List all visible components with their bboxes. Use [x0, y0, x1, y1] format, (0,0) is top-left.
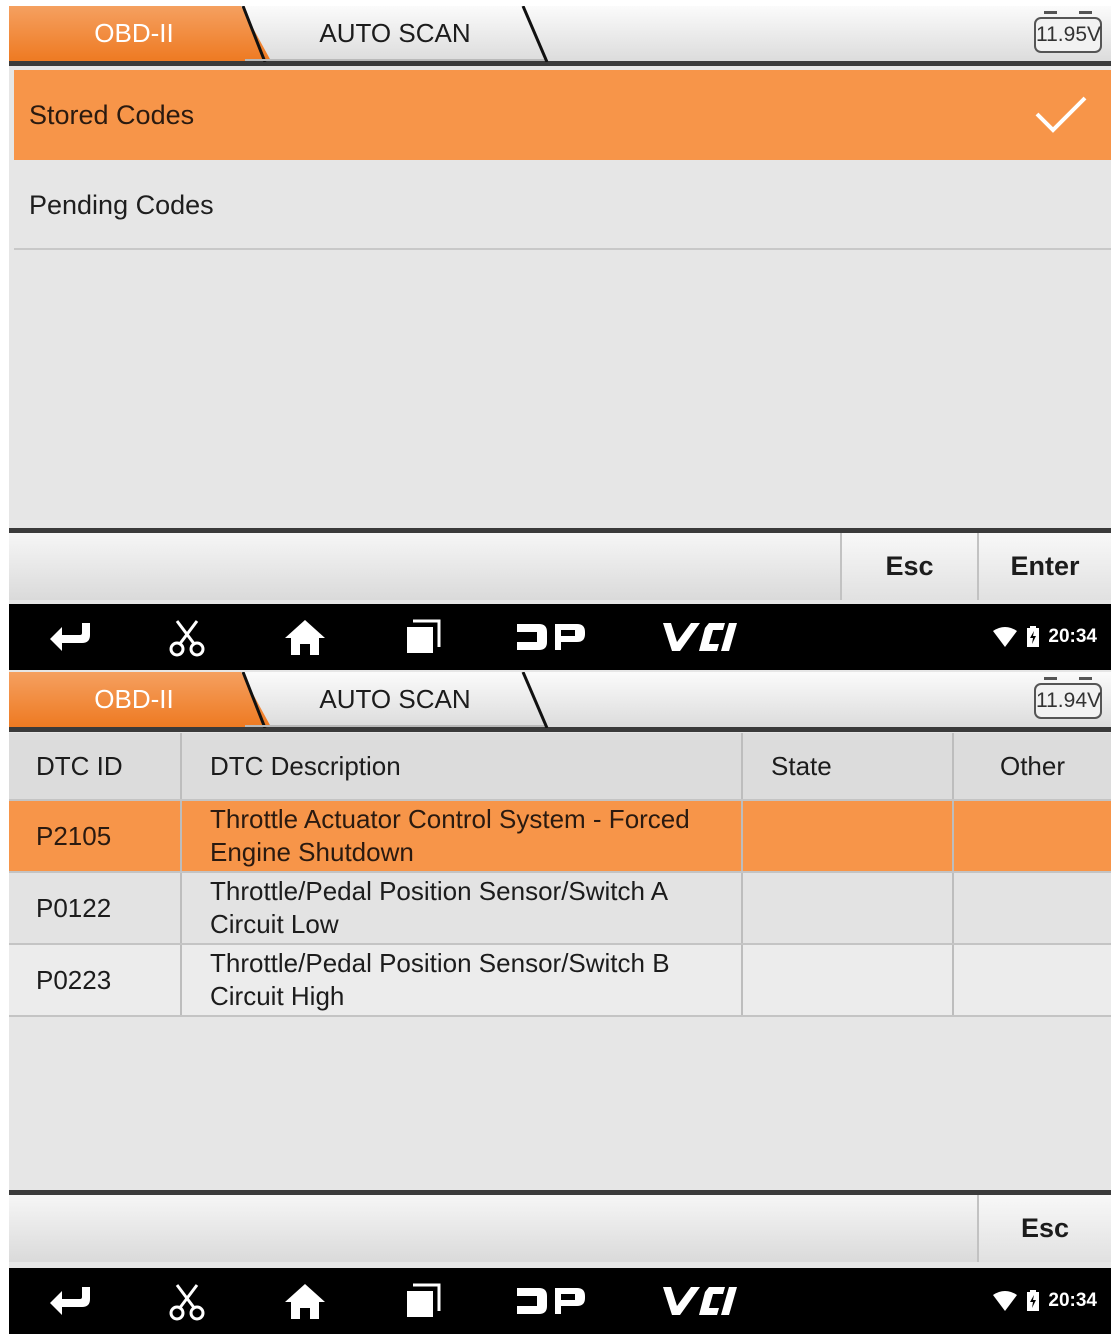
tab-auto-scan[interactable]: AUTO SCAN [245, 672, 545, 727]
battery-voltage: 11.94V [1034, 677, 1102, 719]
recent-apps-icon[interactable] [395, 604, 451, 670]
clock: 20:34 [1048, 1290, 1097, 1311]
esc-button[interactable]: Esc [840, 533, 977, 600]
button-bar: Esc [9, 1190, 1111, 1262]
screen-obd-menu: OBD-II AUTO SCAN 11.95V Stored Codes Pen… [9, 6, 1111, 672]
dtc-state [743, 873, 954, 943]
esc-button[interactable]: Esc [977, 1195, 1111, 1262]
code-type-list: Stored Codes Pending Codes [9, 66, 1111, 528]
battery-charging-icon [1027, 626, 1040, 647]
wifi-icon [993, 627, 1018, 647]
tab-separator [521, 672, 549, 728]
dtc-id: P0122 [9, 873, 182, 943]
table-row[interactable]: P0122 Throttle/Pedal Position Sensor/Swi… [9, 873, 1111, 945]
system-nav-bar: 20:34 [9, 604, 1111, 670]
dp-icon[interactable] [509, 1268, 593, 1334]
scissors-icon[interactable] [159, 1268, 215, 1334]
column-header-state: State [743, 733, 954, 799]
dtc-table: DTC ID DTC Description State Other P2105… [9, 732, 1111, 1190]
column-header-description: DTC Description [182, 733, 743, 799]
wifi-icon [993, 1291, 1018, 1311]
battery-voltage: 11.95V [1034, 11, 1102, 53]
dtc-description: Throttle/Pedal Position Sensor/Switch B … [182, 945, 743, 1015]
status-area: 20:34 [992, 604, 1097, 670]
vci-icon[interactable] [651, 1268, 747, 1334]
list-item-pending-codes[interactable]: Pending Codes [14, 160, 1111, 250]
dtc-state [743, 945, 954, 1015]
dtc-other [954, 801, 1111, 871]
home-icon[interactable] [277, 1268, 333, 1334]
dtc-description: Throttle/Pedal Position Sensor/Switch A … [182, 873, 743, 943]
tab-auto-scan[interactable]: AUTO SCAN [245, 6, 545, 61]
tab-auto-scan-label: AUTO SCAN [319, 18, 471, 48]
dp-icon[interactable] [509, 604, 593, 670]
table-header: DTC ID DTC Description State Other [9, 733, 1111, 801]
tab-separator [521, 6, 549, 62]
status-area: 20:34 [992, 1268, 1097, 1334]
recent-apps-icon[interactable] [395, 1268, 451, 1334]
screen-dtc-list: OBD-II AUTO SCAN 11.94V DTC ID DTC Descr… [9, 672, 1111, 1334]
home-icon[interactable] [277, 604, 333, 670]
tab-obd-ii-label: OBD-II [94, 18, 174, 48]
tab-bar: OBD-II AUTO SCAN 11.95V [9, 6, 1111, 66]
tab-auto-scan-label: AUTO SCAN [319, 684, 471, 714]
list-item-label: Stored Codes [29, 100, 195, 130]
table-row[interactable]: P2105 Throttle Actuator Control System -… [9, 801, 1111, 873]
dtc-id: P0223 [9, 945, 182, 1015]
back-icon[interactable] [39, 1268, 103, 1334]
system-nav-bar: 20:34 [9, 1268, 1111, 1334]
scissors-icon[interactable] [159, 604, 215, 670]
list-item-label: Pending Codes [29, 190, 214, 220]
dtc-description: Throttle Actuator Control System - Force… [182, 801, 743, 871]
clock: 20:34 [1048, 626, 1097, 647]
dtc-id: P2105 [9, 801, 182, 871]
column-header-dtc-id: DTC ID [9, 733, 182, 799]
checkmark-icon [1035, 96, 1087, 133]
button-bar: Esc Enter [9, 528, 1111, 600]
back-icon[interactable] [39, 604, 103, 670]
column-header-other: Other [999, 750, 1066, 781]
table-row[interactable]: P0223 Throttle/Pedal Position Sensor/Swi… [9, 945, 1111, 1017]
battery-charging-icon [1027, 1290, 1040, 1311]
dtc-other [954, 945, 1111, 1015]
list-item-stored-codes[interactable]: Stored Codes [14, 70, 1111, 160]
tab-bar: OBD-II AUTO SCAN 11.94V [9, 672, 1111, 732]
dtc-state [743, 801, 954, 871]
dtc-other [954, 873, 1111, 943]
tab-obd-ii-label: OBD-II [94, 684, 174, 714]
vci-icon[interactable] [651, 604, 747, 670]
enter-button[interactable]: Enter [977, 533, 1111, 600]
